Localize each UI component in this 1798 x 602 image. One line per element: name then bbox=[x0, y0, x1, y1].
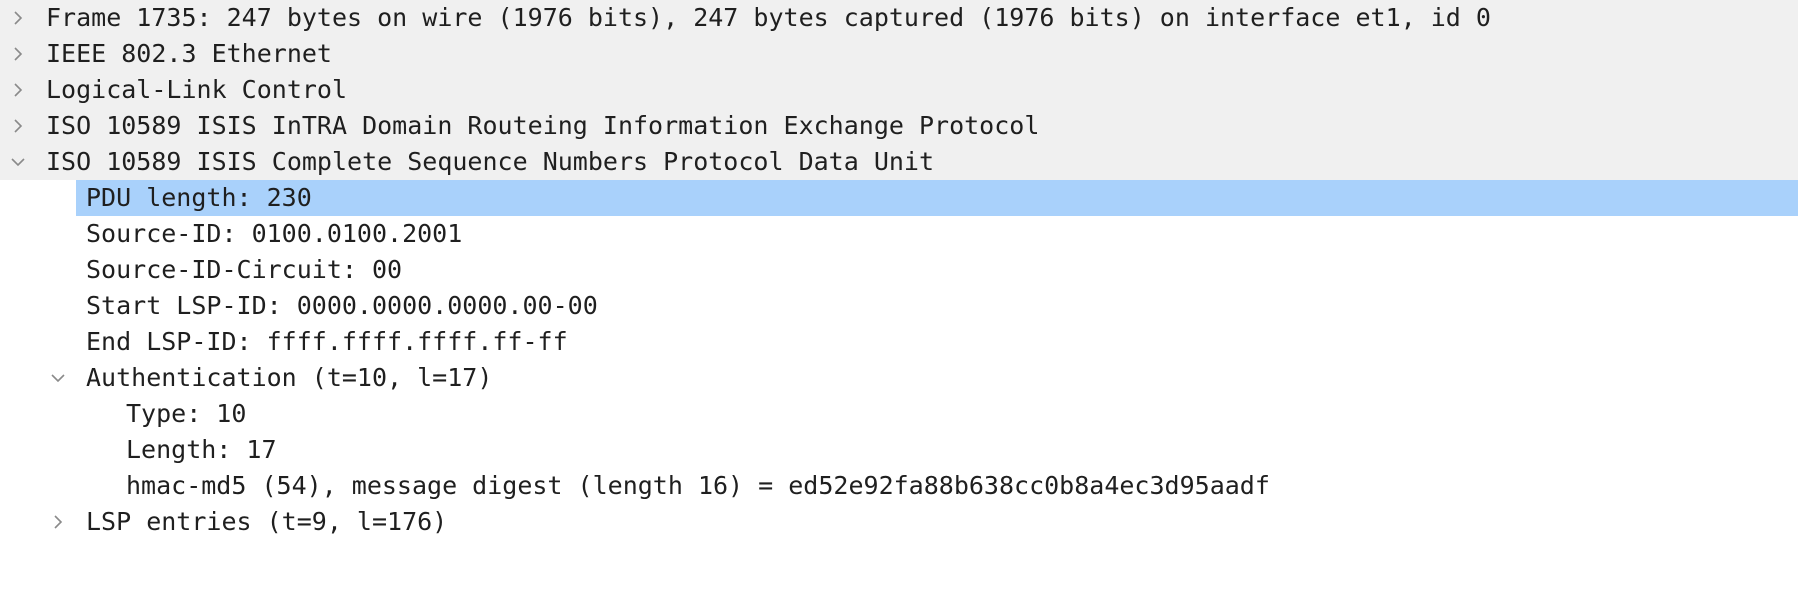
tree-item-label: hmac-md5 (54), message digest (length 16… bbox=[126, 471, 1270, 500]
selection-highlight bbox=[76, 180, 1798, 216]
tree-item-auth-digest[interactable]: hmac-md5 (54), message digest (length 16… bbox=[0, 468, 1798, 504]
tree-item-label: Start LSP-ID: 0000.0000.0000.00-00 bbox=[86, 291, 598, 320]
tree-item-source-id[interactable]: Source-ID: 0100.0100.2001 bbox=[0, 216, 1798, 252]
chevron-right-icon[interactable] bbox=[4, 36, 32, 72]
chevron-down-icon[interactable] bbox=[4, 144, 32, 180]
tree-item-authentication[interactable]: Authentication (t=10, l=17) bbox=[0, 360, 1798, 396]
packet-details-tree: Frame 1735: 247 bytes on wire (1976 bits… bbox=[0, 0, 1798, 540]
tree-item-source-id-circuit[interactable]: Source-ID-Circuit: 00 bbox=[0, 252, 1798, 288]
tree-item-label: ISO 10589 ISIS InTRA Domain Routeing Inf… bbox=[46, 111, 1040, 140]
chevron-right-icon[interactable] bbox=[44, 504, 72, 540]
tree-item-start-lsp-id[interactable]: Start LSP-ID: 0000.0000.0000.00-00 bbox=[0, 288, 1798, 324]
chevron-right-icon[interactable] bbox=[4, 72, 32, 108]
tree-item-llc[interactable]: Logical-Link Control bbox=[0, 72, 1798, 108]
tree-item-lsp-entries[interactable]: LSP entries (t=9, l=176) bbox=[0, 504, 1798, 540]
tree-item-label: End LSP-ID: ffff.ffff.ffff.ff-ff bbox=[86, 327, 568, 356]
tree-item-csnp[interactable]: ISO 10589 ISIS Complete Sequence Numbers… bbox=[0, 144, 1798, 180]
tree-item-label: Length: 17 bbox=[126, 435, 277, 464]
tree-item-label: IEEE 802.3 Ethernet bbox=[46, 39, 332, 68]
chevron-down-icon[interactable] bbox=[44, 360, 72, 396]
tree-item-auth-type[interactable]: Type: 10 bbox=[0, 396, 1798, 432]
tree-item-label: LSP entries (t=9, l=176) bbox=[86, 507, 448, 536]
tree-item-label: ISO 10589 ISIS Complete Sequence Numbers… bbox=[46, 147, 935, 176]
tree-item-label: Logical-Link Control bbox=[46, 75, 348, 104]
tree-item-label: Source-ID-Circuit: 00 bbox=[86, 255, 403, 284]
tree-item-label: Source-ID: 0100.0100.2001 bbox=[86, 219, 463, 248]
tree-item-label: PDU length: 230 bbox=[86, 183, 312, 212]
tree-item-isis-intra[interactable]: ISO 10589 ISIS InTRA Domain Routeing Inf… bbox=[0, 108, 1798, 144]
tree-item-auth-length[interactable]: Length: 17 bbox=[0, 432, 1798, 468]
chevron-right-icon[interactable] bbox=[4, 0, 32, 36]
tree-item-pdu-length[interactable]: PDU length: 230 bbox=[0, 180, 1798, 216]
tree-item-label: Type: 10 bbox=[126, 399, 247, 428]
tree-item-frame[interactable]: Frame 1735: 247 bytes on wire (1976 bits… bbox=[0, 0, 1798, 36]
chevron-right-icon[interactable] bbox=[4, 108, 32, 144]
tree-item-label: Authentication (t=10, l=17) bbox=[86, 363, 493, 392]
tree-item-ethernet[interactable]: IEEE 802.3 Ethernet bbox=[0, 36, 1798, 72]
tree-item-end-lsp-id[interactable]: End LSP-ID: ffff.ffff.ffff.ff-ff bbox=[0, 324, 1798, 360]
tree-item-label: Frame 1735: 247 bytes on wire (1976 bits… bbox=[46, 3, 1491, 32]
